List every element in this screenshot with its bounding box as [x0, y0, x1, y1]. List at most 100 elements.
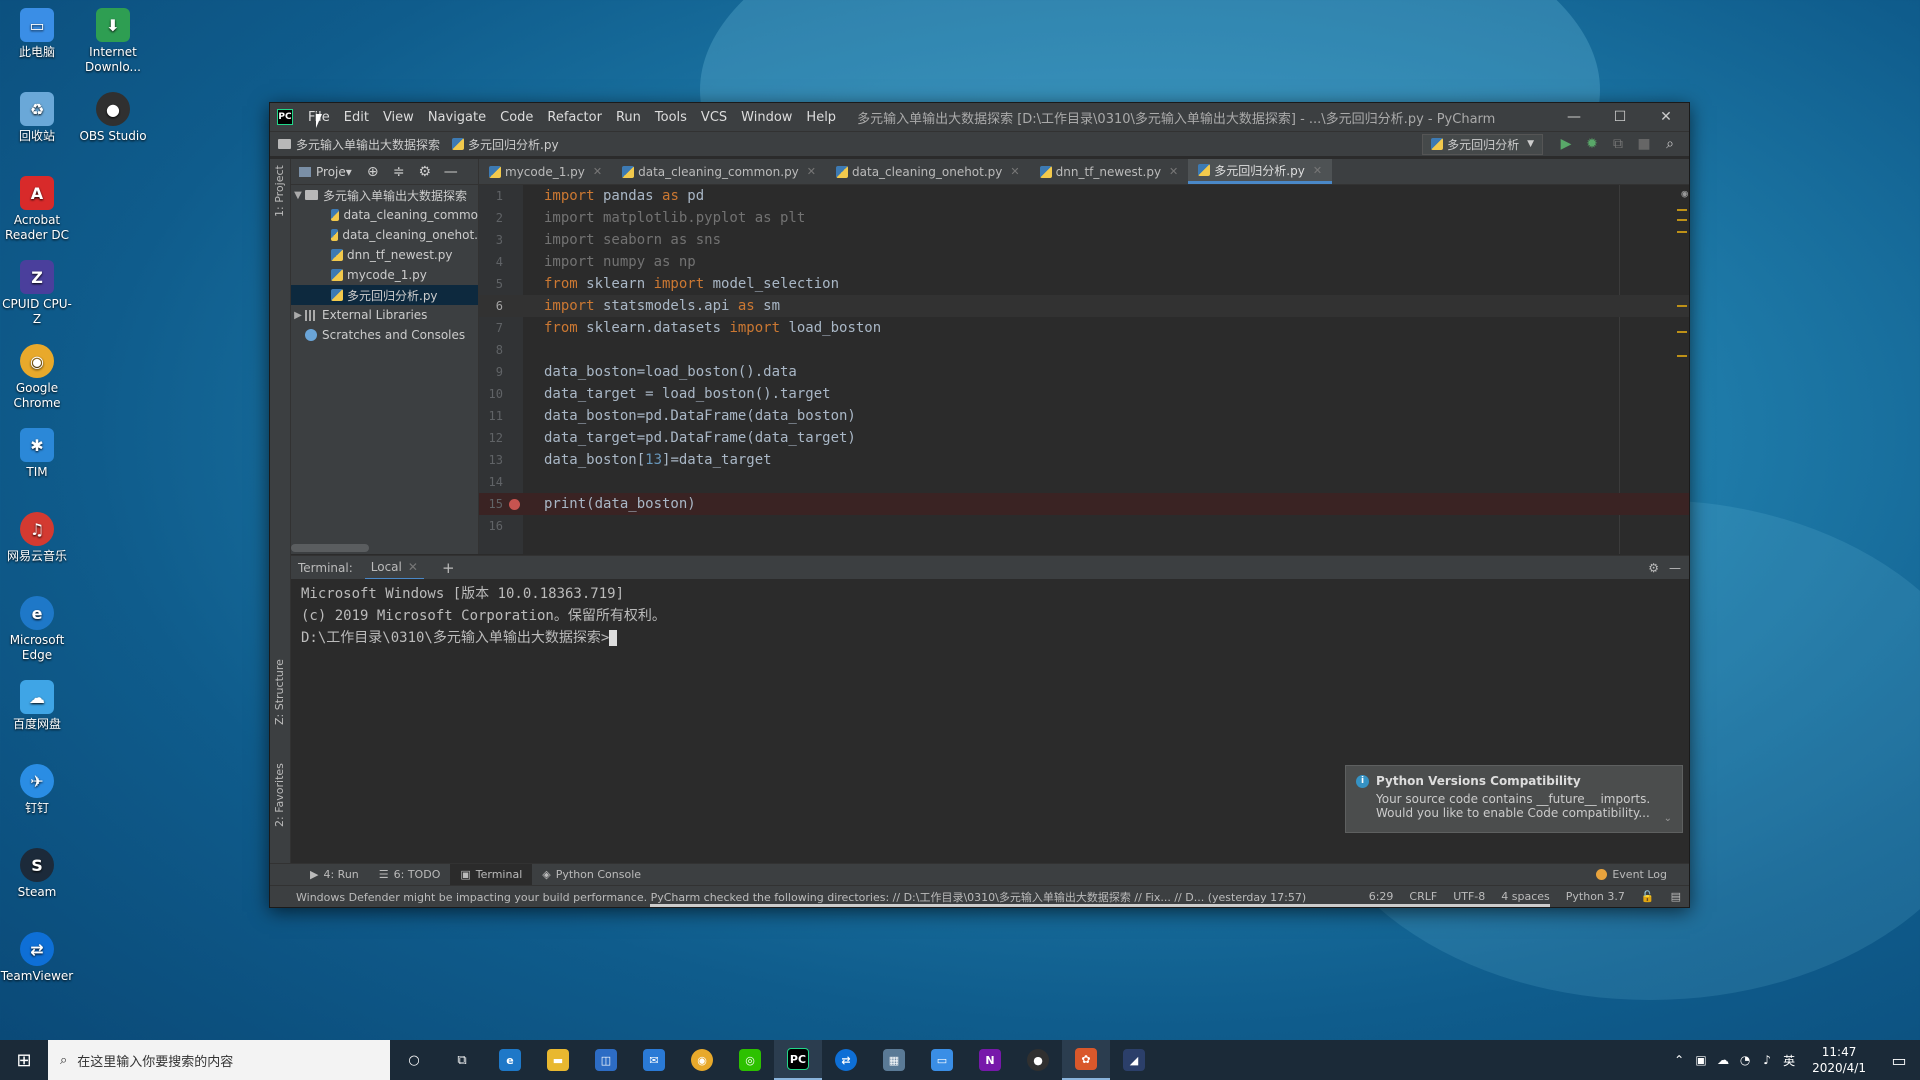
close-button[interactable]: ✕: [1643, 109, 1689, 125]
debug-icon[interactable]: ✹: [1579, 136, 1605, 152]
run-icon[interactable]: ▶: [1553, 136, 1579, 152]
taskbar-app[interactable]: ◢: [1110, 1040, 1158, 1080]
taskbar-search-input[interactable]: ⌕ 在这里输入你要搜索的内容: [48, 1040, 390, 1080]
taskbar-onenote[interactable]: N: [966, 1040, 1014, 1080]
terminal-tool-tab[interactable]: ▣ Terminal: [450, 863, 533, 886]
taskbar-store[interactable]: ◫: [582, 1040, 630, 1080]
menu-code[interactable]: Code: [493, 110, 540, 125]
chevron-down-icon[interactable]: ⌄: [1664, 813, 1672, 824]
breadcrumb-project[interactable]: 多元输入单输出大数据探索: [278, 136, 440, 153]
search-everywhere-icon[interactable]: ⌕: [1657, 136, 1683, 152]
menu-view[interactable]: View: [376, 110, 421, 125]
cortana-icon[interactable]: ○: [390, 1040, 438, 1080]
editor-tab-active[interactable]: 多元回归分析.py ✕: [1188, 159, 1333, 184]
desktop-icon-acrobat[interactable]: A Acrobat Reader DC: [0, 172, 74, 243]
close-tab-icon[interactable]: ✕: [807, 165, 816, 178]
interpreter[interactable]: Python 3.7: [1558, 890, 1633, 903]
event-log-tab[interactable]: Event Log: [1596, 868, 1667, 881]
close-tab-icon[interactable]: ✕: [408, 560, 418, 574]
code-area[interactable]: 1 import pandas as pd 2 import matplotlib.…: [479, 185, 1689, 554]
stop-icon[interactable]: ■: [1631, 136, 1657, 152]
editor-tab-mycode[interactable]: mycode_1.py ✕: [479, 159, 612, 184]
desktop-icon-idm[interactable]: ⬇ Internet Downlo...: [76, 4, 150, 75]
menu-tools[interactable]: Tools: [648, 110, 694, 125]
windows-start-icon[interactable]: ⊞: [0, 1040, 48, 1080]
close-tab-icon[interactable]: ✕: [1169, 165, 1178, 178]
run-configuration-select[interactable]: 多元回归分析 ▼: [1422, 133, 1543, 155]
taskbar-wechat[interactable]: ◎: [726, 1040, 774, 1080]
collapse-all-icon[interactable]: ≑: [386, 164, 412, 180]
hide-panel-icon[interactable]: —: [438, 164, 464, 180]
breakpoint-icon[interactable]: [509, 499, 520, 510]
python-console-tool-tab[interactable]: ◈ Python Console: [532, 864, 651, 886]
compatibility-notification[interactable]: i Python Versions Compatibility Your sou…: [1345, 765, 1683, 833]
editor-tab-dnn-tf-newest[interactable]: dnn_tf_newest.py ✕: [1030, 159, 1189, 184]
menu-edit[interactable]: Edit: [337, 110, 376, 125]
close-tab-icon[interactable]: ✕: [1313, 164, 1322, 177]
task-view-icon[interactable]: ⧉: [438, 1040, 486, 1080]
desktop-icon-netease-music[interactable]: ♫ 网易云音乐: [0, 508, 74, 564]
wifi-icon[interactable]: ◔: [1734, 1053, 1756, 1067]
eye-icon[interactable]: ◉: [1681, 187, 1688, 200]
line-separator[interactable]: CRLF: [1401, 890, 1445, 903]
desktop-icon-cpuz[interactable]: Z CPUID CPU-Z: [0, 256, 74, 327]
notification-center-icon[interactable]: ▭: [1878, 1051, 1920, 1070]
todo-tool-tab[interactable]: ☰ 6: TODO: [369, 864, 451, 886]
gear-icon[interactable]: ⚙: [1648, 561, 1659, 575]
taskbar-edge[interactable]: e: [486, 1040, 534, 1080]
status-message[interactable]: Windows Defender might be impacting your…: [296, 889, 1361, 905]
desktop-icon-teamviewer[interactable]: ⇄ TeamViewer: [0, 928, 74, 984]
menu-window[interactable]: Window: [734, 110, 799, 125]
tree-file[interactable]: mycode_1.py: [291, 265, 478, 285]
horizontal-scrollbar[interactable]: [291, 544, 369, 552]
taskbar-obs[interactable]: ●: [1014, 1040, 1062, 1080]
minimize-button[interactable]: —: [1551, 109, 1597, 125]
cloud-icon[interactable]: ☁: [1712, 1053, 1734, 1067]
desktop-icon-tim[interactable]: ✱ TIM: [0, 424, 74, 480]
menu-refactor[interactable]: Refactor: [540, 110, 609, 125]
desktop-icon-chrome[interactable]: ◉ Google Chrome: [0, 340, 74, 411]
locate-icon[interactable]: ⊕: [360, 164, 386, 180]
desktop-icon-obs[interactable]: ● OBS Studio: [76, 88, 150, 144]
taskbar-mail[interactable]: ✉: [630, 1040, 678, 1080]
tree-file[interactable]: dnn_tf_newest.py: [291, 245, 478, 265]
tree-external-libraries[interactable]: ▶ External Libraries: [291, 305, 478, 325]
coverage-icon[interactable]: ⧉: [1605, 136, 1631, 152]
close-tab-icon[interactable]: ✕: [1010, 165, 1019, 178]
menu-navigate[interactable]: Navigate: [421, 110, 493, 125]
structure-side-tab[interactable]: Z: Structure: [273, 659, 286, 725]
desktop-icon-steam[interactable]: S Steam: [0, 844, 74, 900]
indent-setting[interactable]: 4 spaces: [1493, 890, 1558, 903]
file-encoding[interactable]: UTF-8: [1445, 890, 1493, 903]
tree-file[interactable]: data_cleaning_onehot.: [291, 225, 478, 245]
editor-tab-data-cleaning-common[interactable]: data_cleaning_common.py ✕: [612, 159, 826, 184]
caret-position[interactable]: 6:29: [1361, 890, 1402, 903]
taskbar-app[interactable]: ▦: [870, 1040, 918, 1080]
error-stripe[interactable]: ◉: [1675, 185, 1689, 554]
clock[interactable]: 11:47 2020/4/1: [1800, 1044, 1878, 1076]
desktop-icon-this-pc[interactable]: ▭ 此电脑: [0, 4, 74, 60]
tree-scratches[interactable]: Scratches and Consoles: [291, 325, 478, 345]
maximize-button[interactable]: ☐: [1597, 109, 1643, 125]
project-side-tab[interactable]: 1: Project: [273, 165, 286, 217]
menu-help[interactable]: Help: [799, 110, 843, 125]
taskbar-teamviewer[interactable]: ⇄: [822, 1040, 870, 1080]
desktop-icon-recycle-bin[interactable]: ♻ 回收站: [0, 88, 74, 144]
volume-icon[interactable]: ♪: [1756, 1053, 1778, 1067]
menu-vcs[interactable]: VCS: [694, 110, 734, 125]
desktop-icon-baidu-netdisk[interactable]: ☁ 百度网盘: [0, 676, 74, 732]
gear-icon[interactable]: ⚙: [412, 164, 438, 180]
chevron-up-icon[interactable]: ⌃: [1668, 1053, 1690, 1067]
project-view-select[interactable]: Proje▾: [316, 165, 352, 179]
taskbar-app[interactable]: ▭: [918, 1040, 966, 1080]
editor-tab-data-cleaning-onehot[interactable]: data_cleaning_onehot.py ✕: [826, 159, 1030, 184]
hide-panel-icon[interactable]: —: [1669, 561, 1681, 575]
taskbar-chrome[interactable]: ◉: [678, 1040, 726, 1080]
new-terminal-button[interactable]: +: [442, 559, 455, 577]
close-tab-icon[interactable]: ✕: [593, 165, 602, 178]
breadcrumb-file[interactable]: 多元回归分析.py: [452, 136, 559, 153]
tray-app-icon[interactable]: ▣: [1690, 1053, 1712, 1067]
desktop-icon-edge[interactable]: e Microsoft Edge: [0, 592, 74, 663]
favorites-side-tab[interactable]: 2: Favorites: [273, 763, 286, 827]
ime-indicator[interactable]: 英: [1778, 1052, 1800, 1069]
